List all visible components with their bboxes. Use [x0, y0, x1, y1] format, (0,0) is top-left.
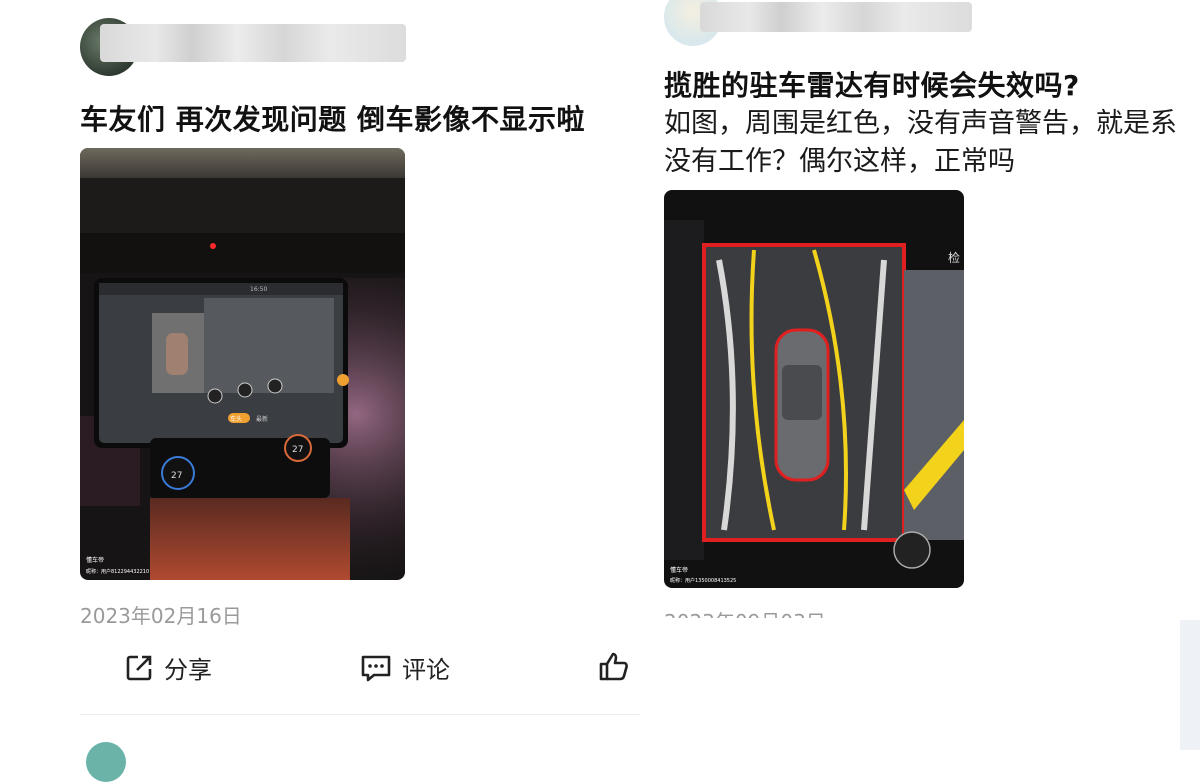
- post-body-line-1[interactable]: 如图，周围是红色，没有声音警告，就是系: [664, 104, 1177, 144]
- post-card-1: 车友们 再次发现问题 倒车影像不显示啦 16:50 车头 最新 27 27 懂车…: [0, 0, 640, 782]
- username-blurred[interactable]: [100, 24, 406, 62]
- scroll-edge-strip: [1180, 620, 1200, 750]
- username-blurred[interactable]: [700, 2, 972, 32]
- temp-left: 27: [171, 471, 182, 481]
- comment-button[interactable]: 评论: [360, 650, 450, 685]
- comment-icon: [361, 655, 391, 681]
- watermark-brand: 懂车帝: [86, 556, 104, 564]
- like-button[interactable]: [598, 650, 630, 682]
- parking-radar-photo-image: 检 懂车帝 昵称：用户1350008413525: [664, 190, 964, 588]
- share-icon: [126, 655, 152, 680]
- post-date: 2023年02月16日: [80, 604, 242, 628]
- post-card-2: 揽胜的驻车雷达有时候会失效吗? 如图，周围是红色，没有声音警告，就是系 没有工作…: [640, 0, 1200, 750]
- avatar[interactable]: [86, 742, 126, 782]
- temp-right: 27: [292, 445, 303, 455]
- share-label: 分享: [164, 656, 212, 684]
- comment-label: 评论: [402, 656, 450, 684]
- post-title[interactable]: 揽胜的驻车雷达有时候会失效吗?: [664, 64, 1080, 104]
- screen-button-label: 车头: [230, 415, 242, 423]
- dashboard-photo-image: 16:50 车头 最新 27 27 懂车帝 昵称：用户812294432210: [80, 148, 405, 580]
- post-title[interactable]: 车友们 再次发现问题 倒车影像不显示啦: [80, 98, 585, 138]
- screen-time: 16:50: [250, 286, 267, 293]
- divider: [80, 714, 640, 715]
- watermark-user: 昵称：用户812294432210: [86, 568, 149, 575]
- thumbs-up-icon: [599, 652, 628, 681]
- screen-corner-label: 检: [948, 250, 960, 265]
- screen-button-label-2: 最新: [256, 415, 268, 423]
- post-body-line-2[interactable]: 没有工作？偶尔这样，正常吗: [664, 142, 1015, 182]
- share-button[interactable]: 分享: [124, 650, 212, 685]
- watermark-user: 昵称：用户1350008413525: [670, 577, 736, 584]
- post-date: 2023年09月03日: [664, 606, 826, 618]
- post-photo[interactable]: 检 懂车帝 昵称：用户1350008413525: [664, 190, 964, 588]
- watermark-brand: 懂车帝: [670, 566, 688, 574]
- post-photo[interactable]: 16:50 车头 最新 27 27 懂车帝 昵称：用户812294432210: [80, 148, 405, 580]
